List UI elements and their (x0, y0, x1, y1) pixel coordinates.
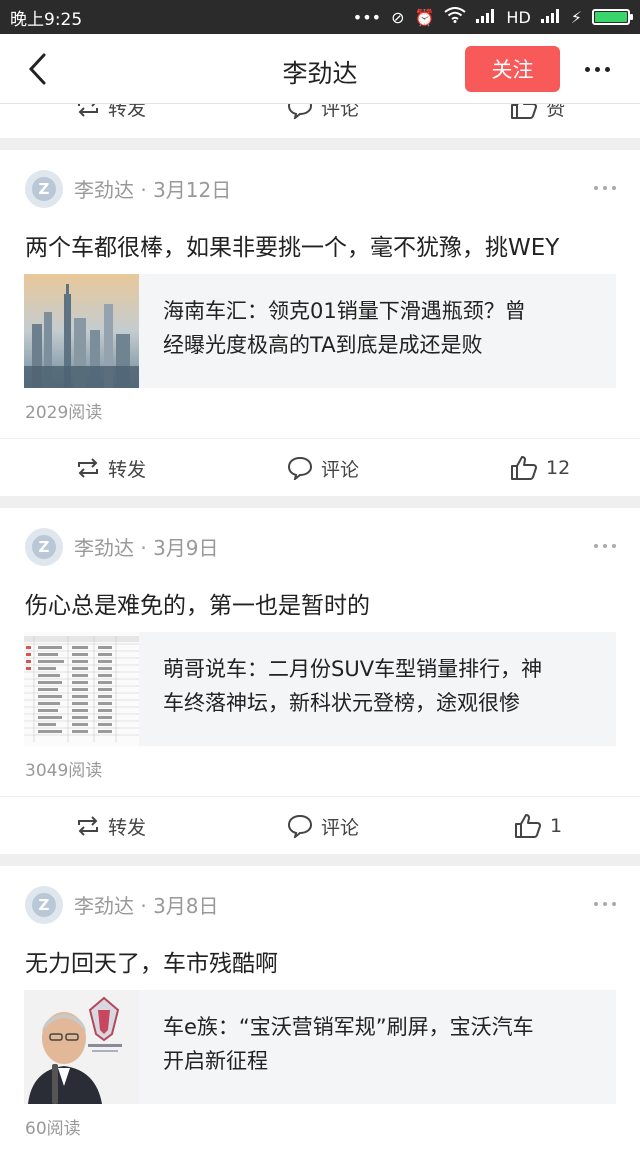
post-card: Z 李劲达 · 3月8日 无力回天了，车市残酷啊 车e族：“宝沃营销军规”刷屏，… (0, 866, 640, 1154)
forward-label: 转发 (108, 458, 147, 481)
like-count: 12 (546, 457, 571, 479)
feed-list: 转发 评论 赞 Z 李劲达 · 3月12日 两个车都很棒，如果非要挑一个，毫不犹… (0, 104, 640, 1154)
post-more-button[interactable] (594, 544, 616, 548)
article-thumbnail (24, 632, 139, 746)
post-card: Z 李劲达 · 3月9日 伤心总是难免的，第一也是暂时的 萌哥说车：二月份SUV… (0, 508, 640, 854)
author-name[interactable]: 李劲达 (74, 178, 134, 202)
author-name[interactable]: 李劲达 (74, 536, 134, 560)
like-button[interactable]: 12 (510, 439, 570, 497)
article-thumbnail (24, 274, 139, 388)
forward-label: 转发 (108, 104, 147, 120)
forward-button[interactable]: 转发 (76, 797, 146, 855)
article-title-line2: 车终落神坛，新科状元登榜，途观很惨 (163, 691, 520, 715)
thumbs-up-icon (511, 104, 537, 119)
shared-article[interactable]: 车e族：“宝沃营销军规”刷屏，宝沃汽车 开启新征程 (24, 990, 616, 1104)
wifi-icon (444, 7, 467, 27)
link-icon: ⊘ (391, 7, 405, 27)
read-count: 2029阅读 (25, 403, 103, 423)
follow-button[interactable]: 关注 (465, 46, 560, 92)
signal2-icon (540, 8, 561, 27)
battery-icon (592, 9, 633, 25)
forward-icon (78, 458, 98, 478)
network-label: HD (506, 7, 531, 27)
charging-icon: ⚡ (570, 7, 582, 27)
post-actions: 转发 评论 12 (0, 438, 640, 496)
forward-label: 转发 (108, 816, 147, 839)
article-title-line2: 经曝光度极高的TA到底是成还是败 (163, 333, 483, 357)
forward-button[interactable]: 转发 (76, 439, 146, 497)
alarm-icon: ⏰ (414, 7, 435, 27)
comment-icon (287, 104, 313, 119)
post-meta: 李劲达 · 3月8日 (74, 890, 219, 919)
article-title-line1: 萌哥说车：二月份SUV车型销量排行，神 (163, 657, 543, 681)
post-text[interactable]: 两个车都很棒，如果非要挑一个，毫不犹豫，挑WEY (0, 226, 640, 270)
previous-post-actions: 转发 评论 赞 (0, 104, 640, 138)
comment-button[interactable]: 评论 (287, 439, 359, 497)
post-date: · 3月12日 (140, 178, 232, 202)
avatar[interactable]: Z (25, 528, 63, 566)
read-count: 3049阅读 (25, 761, 103, 781)
forward-icon (78, 104, 98, 117)
more-dots-icon: ••• (352, 7, 382, 27)
like-label: 赞 (546, 104, 566, 120)
nav-bar: 李劲达 关注 (0, 34, 640, 104)
post-date: · 3月8日 (140, 894, 219, 918)
more-menu-button[interactable] (577, 54, 617, 84)
article-title-line1: 海南车汇：领克01销量下滑遇瓶颈？曾 (163, 299, 526, 323)
post-meta: 李劲达 · 3月9日 (74, 532, 219, 561)
avatar[interactable]: Z (25, 886, 63, 924)
post-text[interactable]: 伤心总是难免的，第一也是暂时的 (0, 584, 640, 628)
like-count: 1 (550, 815, 563, 837)
read-count: 60阅读 (25, 1119, 81, 1139)
post-text[interactable]: 无力回天了，车市残酷啊 (0, 942, 640, 986)
post-meta: 李劲达 · 3月12日 (74, 174, 231, 203)
forward-icon (78, 816, 98, 836)
like-button[interactable]: 1 (514, 797, 562, 855)
post-actions: 转发 评论 1 (0, 796, 640, 854)
comment-label: 评论 (321, 816, 360, 839)
article-title-line2: 开启新征程 (163, 1049, 268, 1073)
article-title-line1: 车e族：“宝沃营销军规”刷屏，宝沃汽车 (163, 1015, 534, 1039)
shared-article[interactable]: 萌哥说车：二月份SUV车型销量排行，神 车终落神坛，新科状元登榜，途观很惨 (24, 632, 616, 746)
post-card: Z 李劲达 · 3月12日 两个车都很棒，如果非要挑一个，毫不犹豫，挑WEY 海… (0, 150, 640, 496)
comment-label: 评论 (321, 458, 360, 481)
forward-button[interactable]: 转发 (76, 104, 146, 136)
author-name[interactable]: 李劲达 (74, 894, 134, 918)
status-icons: ••• ⊘ ⏰ HD ⚡ (352, 7, 633, 27)
post-date: · 3月9日 (140, 536, 219, 560)
thumbs-up-icon (511, 456, 537, 480)
signal-icon (476, 8, 496, 27)
comment-label: 评论 (321, 104, 360, 120)
status-bar: 晚上9:25 ••• ⊘ ⏰ HD ⚡ (0, 0, 640, 34)
comment-icon (287, 814, 313, 838)
thumbs-up-icon (515, 814, 541, 838)
comment-button[interactable]: 评论 (287, 104, 359, 136)
comment-button[interactable]: 评论 (287, 797, 359, 855)
comment-icon (287, 456, 313, 480)
status-time: 晚上9:25 (10, 9, 83, 30)
article-thumbnail (24, 990, 139, 1104)
post-more-button[interactable] (594, 186, 616, 190)
like-button[interactable]: 赞 (510, 104, 565, 136)
shared-article[interactable]: 海南车汇：领克01销量下滑遇瓶颈？曾 经曝光度极高的TA到底是成还是败 (24, 274, 616, 388)
post-more-button[interactable] (594, 902, 616, 906)
avatar[interactable]: Z (25, 170, 63, 208)
